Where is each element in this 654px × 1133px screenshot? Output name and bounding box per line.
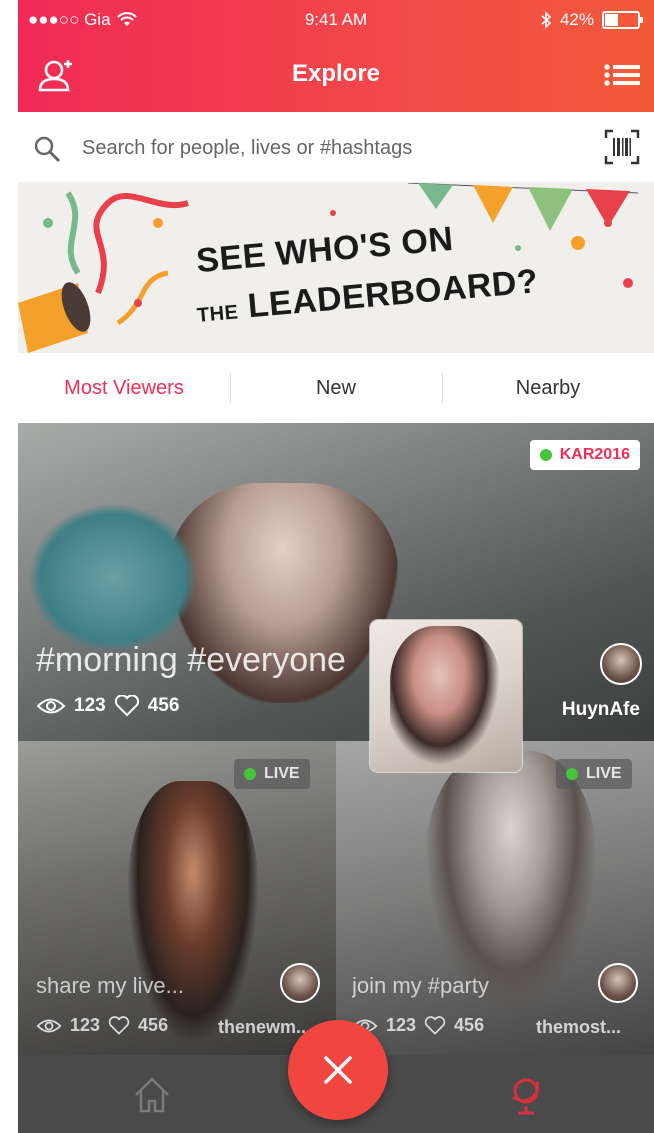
like-count: 456 (138, 1015, 169, 1035)
view-count: 123 (74, 695, 106, 716)
heart-icon (114, 695, 139, 717)
battery-fill (605, 14, 618, 26)
tab-nearby[interactable]: Nearby (442, 353, 654, 423)
eye-icon (36, 1019, 62, 1032)
pillow-shape (28, 503, 198, 653)
globe-icon[interactable] (504, 1073, 548, 1117)
stream-stats: 123 456 (36, 695, 179, 717)
battery-percent: 42% (559, 10, 594, 29)
live-card-featured[interactable]: KAR2016 #morning #everyone 123 456 HuynA… (18, 423, 654, 741)
avatar[interactable] (280, 963, 320, 1003)
status-right: 42% (540, 10, 643, 30)
like-count: 456 (454, 1015, 485, 1035)
stream-photo (426, 751, 596, 1011)
live-badge-label: LIVE (586, 765, 622, 782)
close-button[interactable] (288, 1020, 388, 1120)
live-dot (539, 449, 552, 461)
like-count: 456 (147, 695, 180, 716)
live-dot (244, 768, 256, 780)
stream-stats: 123 456 (36, 1015, 168, 1036)
stream-caption: join my #party (352, 973, 489, 998)
stream-caption: #morning #everyone (36, 641, 346, 679)
home-icon[interactable] (130, 1073, 174, 1117)
stream-photo (128, 781, 258, 1041)
live-badge: LIVE (556, 759, 632, 789)
menu-list-icon[interactable] (602, 60, 642, 90)
pip-video-preview[interactable] (370, 620, 522, 772)
eye-icon (36, 698, 66, 714)
search-icon (34, 136, 61, 163)
page-title: Explore (291, 60, 381, 87)
pip-photo (390, 626, 500, 766)
view-count: 123 (386, 1015, 417, 1035)
live-badge-label: LIVE (264, 765, 300, 782)
view-count: 123 (70, 1015, 101, 1035)
host-badge-label: KAR2016 (559, 446, 630, 463)
barcode-scanner-icon[interactable] (604, 129, 640, 165)
bluetooth-icon (541, 11, 552, 29)
banner-headline-prefix: THE (196, 301, 240, 327)
avatar[interactable] (600, 643, 642, 685)
avatar[interactable] (598, 963, 638, 1003)
search-input[interactable] (80, 130, 584, 166)
username[interactable]: HuynAfe (562, 699, 640, 721)
feed-tabs: Most Viewers New Nearby (18, 353, 654, 423)
live-badge: LIVE (234, 759, 310, 789)
status-bar: ●●●○○ Gia 9:41 AM 42% (18, 8, 654, 32)
live-dot (566, 768, 578, 780)
close-icon (324, 1056, 352, 1084)
tab-new[interactable]: New (230, 353, 442, 423)
stream-caption: share my live... (36, 973, 184, 998)
tab-most-viewers[interactable]: Most Viewers (18, 353, 230, 423)
heart-icon (108, 1015, 130, 1035)
battery-icon (602, 11, 643, 29)
search-bar (18, 112, 654, 183)
live-card[interactable]: LIVE join my #party 123 456 themost... (336, 741, 654, 1055)
username[interactable]: themost... (536, 1017, 646, 1038)
live-card[interactable]: LIVE share my live... 123 456 thenewm... (18, 741, 336, 1055)
host-badge: KAR2016 (529, 440, 640, 470)
phone-screen: ●●●○○ Gia 9:41 AM 42% Explore Search for… (18, 0, 654, 1133)
app-header: ●●●○○ Gia 9:41 AM 42% Explore (18, 0, 654, 112)
heart-icon (424, 1015, 446, 1035)
nav-bar: Explore (18, 46, 654, 106)
leaderboard-banner[interactable]: SEE WHO'S ON THE LEADERBOARD? (18, 183, 654, 353)
